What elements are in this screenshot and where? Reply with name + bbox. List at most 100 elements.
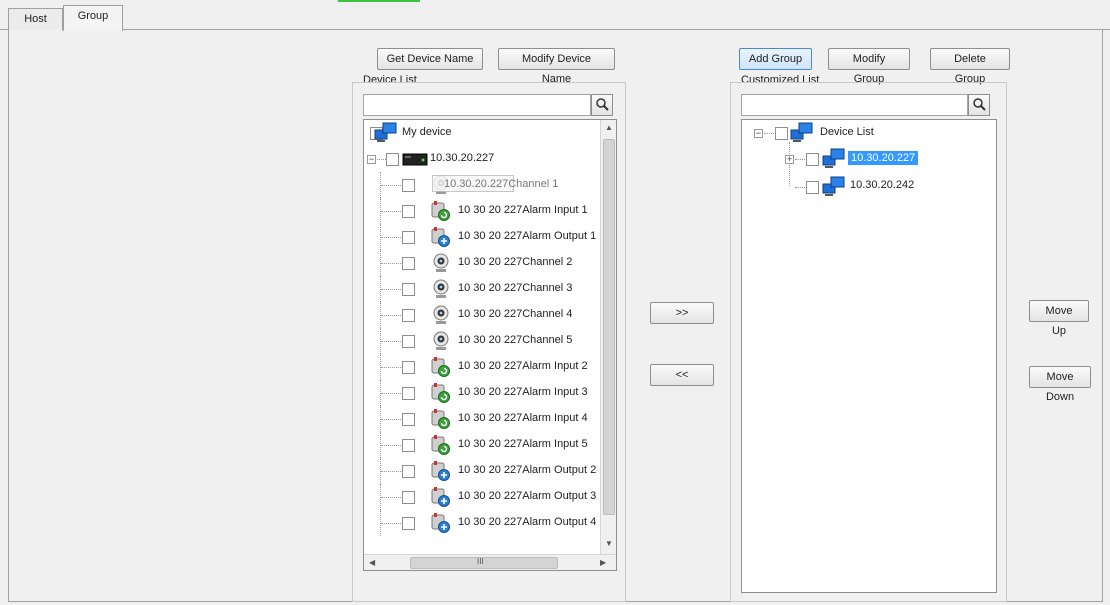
modify-device-name-button[interactable]: Modify Device Name — [498, 48, 615, 85]
tree-node-my-device[interactable]: My device — [364, 120, 600, 146]
tree-node-label: 10.30.20.227 — [848, 151, 919, 165]
tree-node-device-item[interactable]: 10 30 20 227Alarm Input 3 — [364, 380, 600, 406]
checkbox[interactable] — [402, 179, 415, 192]
tree-connector — [381, 341, 403, 342]
checkbox[interactable] — [402, 465, 415, 478]
tree-connector — [381, 315, 403, 316]
scroll-up-icon[interactable]: ▲ — [605, 123, 613, 132]
checkbox[interactable] — [402, 257, 415, 270]
tree-node-device[interactable]: − 10.30.20.227 — [364, 146, 600, 172]
move-down-button[interactable]: Move Down — [1029, 366, 1091, 403]
tree-node-device-item[interactable]: 10 30 20 227Alarm Output 3 — [364, 484, 600, 510]
tree-node-group-device[interactable]: 10.30.20.242 — [742, 174, 992, 200]
checkbox[interactable] — [402, 335, 415, 348]
tree-node-device-item[interactable]: 10 30 20 227Channel 2 — [364, 250, 600, 276]
scroll-grip: III — [477, 557, 484, 566]
camera-icon — [430, 304, 452, 326]
tab-group[interactable]: Group — [63, 5, 123, 31]
tree-node-label: 10 30 20 227Channel 2 — [458, 256, 573, 268]
checkbox[interactable] — [402, 309, 415, 322]
camera-icon — [430, 252, 452, 274]
dvr-icon — [402, 149, 428, 171]
expand-toggle[interactable]: + — [785, 155, 794, 164]
tree-node-device-item[interactable]: 10 30 20 227Alarm Input 1 — [364, 198, 600, 224]
delete-group-button[interactable]: Delete Group — [930, 48, 1010, 85]
add-to-group-button[interactable]: >> — [650, 302, 714, 324]
alarm-input-icon — [430, 200, 452, 222]
tree-node-label: My device — [402, 126, 452, 138]
tree-node-label: 10 30 20 227Alarm Input 4 — [458, 412, 588, 424]
add-group-button[interactable]: Add Group — [739, 48, 812, 70]
modify-group-button[interactable]: Modify Group — [828, 48, 910, 85]
alarm-input-icon — [430, 356, 452, 378]
camera-icon — [430, 330, 452, 352]
tree-node-device-item[interactable]: 10 30 20 227Channel 3 — [364, 276, 600, 302]
tree-node-label: 10 30 20 227Alarm Output 3 — [458, 490, 597, 502]
checkbox[interactable] — [402, 387, 415, 400]
group-search-button[interactable] — [968, 94, 990, 116]
device-search-button[interactable] — [591, 94, 613, 116]
group-search-input[interactable] — [741, 94, 968, 116]
checkbox[interactable] — [402, 439, 415, 452]
get-device-name-button[interactable]: Get Device Name — [377, 48, 483, 70]
tree-node-device-item[interactable]: 10 30 20 227Alarm Input 5 — [364, 432, 600, 458]
monitor-icon — [822, 175, 845, 197]
scroll-left-icon[interactable]: ◀ — [369, 558, 375, 567]
scroll-right-icon[interactable]: ▶ — [600, 558, 606, 567]
collapse-toggle[interactable]: − — [754, 129, 763, 138]
remove-from-group-button[interactable]: << — [650, 364, 714, 386]
tree-node-label: 10 30 20 227Alarm Output 1 — [458, 230, 597, 242]
tree-node-device-item[interactable]: 10 30 20 227Alarm Output 2 — [364, 458, 600, 484]
alarm-input-icon — [430, 434, 452, 456]
device-tree-vscroll[interactable]: ▲ ▼ — [600, 120, 616, 554]
tree-connector — [381, 289, 403, 290]
camera-icon — [430, 278, 452, 300]
status-strip — [338, 0, 420, 2]
checkbox[interactable] — [402, 231, 415, 244]
tree-node-group-device[interactable]: +10.30.20.227 — [742, 146, 992, 172]
move-up-button[interactable]: Move Up — [1029, 300, 1089, 337]
tree-node-device-list[interactable]: − Device List — [742, 120, 992, 146]
tree-node-device-item[interactable]: 10 30 20 227Alarm Input 4 — [364, 406, 600, 432]
tree-node-device-item[interactable]: 10 30 20 227Channel 5 — [364, 328, 600, 354]
tree-connector — [381, 393, 403, 394]
tab-host[interactable]: Host — [8, 8, 63, 30]
checkbox[interactable] — [402, 517, 415, 530]
collapse-toggle[interactable]: − — [367, 155, 376, 164]
tree-node-device-item[interactable]: 10 30 20 227Alarm Output 4 — [364, 510, 600, 536]
tree-connector — [381, 367, 403, 368]
device-tree: My device − 10.30.20.227 10.30.20.227Cha… — [363, 119, 617, 571]
tree-connector — [377, 159, 386, 160]
tab-bar: Host Group — [0, 0, 1110, 31]
tree-connector — [381, 419, 403, 420]
tree-node-device-item[interactable]: 10 30 20 227Alarm Output 1 — [364, 224, 600, 250]
alarm-input-icon — [430, 382, 452, 404]
checkbox[interactable] — [806, 153, 819, 166]
tree-connector — [381, 211, 403, 212]
checkbox[interactable] — [806, 181, 819, 194]
search-icon — [595, 97, 609, 114]
checkbox[interactable] — [386, 153, 399, 166]
checkbox[interactable] — [775, 127, 788, 140]
checkbox[interactable] — [402, 283, 415, 296]
device-tree-hscroll[interactable]: ◀ III ▶ — [364, 554, 616, 570]
device-search-input[interactable] — [363, 94, 591, 116]
tree-node-label: 10.30.20.242 — [850, 179, 915, 191]
checkbox[interactable] — [402, 491, 415, 504]
scroll-down-icon[interactable]: ▼ — [605, 539, 613, 548]
hover-tooltip-text: 10.30.20.227Channel 1 — [444, 178, 559, 190]
alarm-output-icon — [430, 226, 452, 248]
tree-node-device-item[interactable]: 10 30 20 227Alarm Input 2 — [364, 354, 600, 380]
tree-connector — [381, 523, 403, 524]
checkbox[interactable] — [402, 205, 415, 218]
tree-connector — [381, 497, 403, 498]
tree-node-label: 10.30.20.227 — [430, 152, 495, 164]
tree-connector — [381, 263, 403, 264]
tree-node-label: 10 30 20 227Channel 4 — [458, 308, 573, 320]
checkbox[interactable] — [402, 413, 415, 426]
tree-node-device-item[interactable]: 10 30 20 227Channel 4 — [364, 302, 600, 328]
checkbox[interactable] — [402, 361, 415, 374]
tree-node-label: 10 30 20 227Alarm Input 5 — [458, 438, 588, 450]
scroll-thumb[interactable] — [603, 139, 615, 515]
scroll-thumb[interactable]: III — [410, 557, 558, 569]
